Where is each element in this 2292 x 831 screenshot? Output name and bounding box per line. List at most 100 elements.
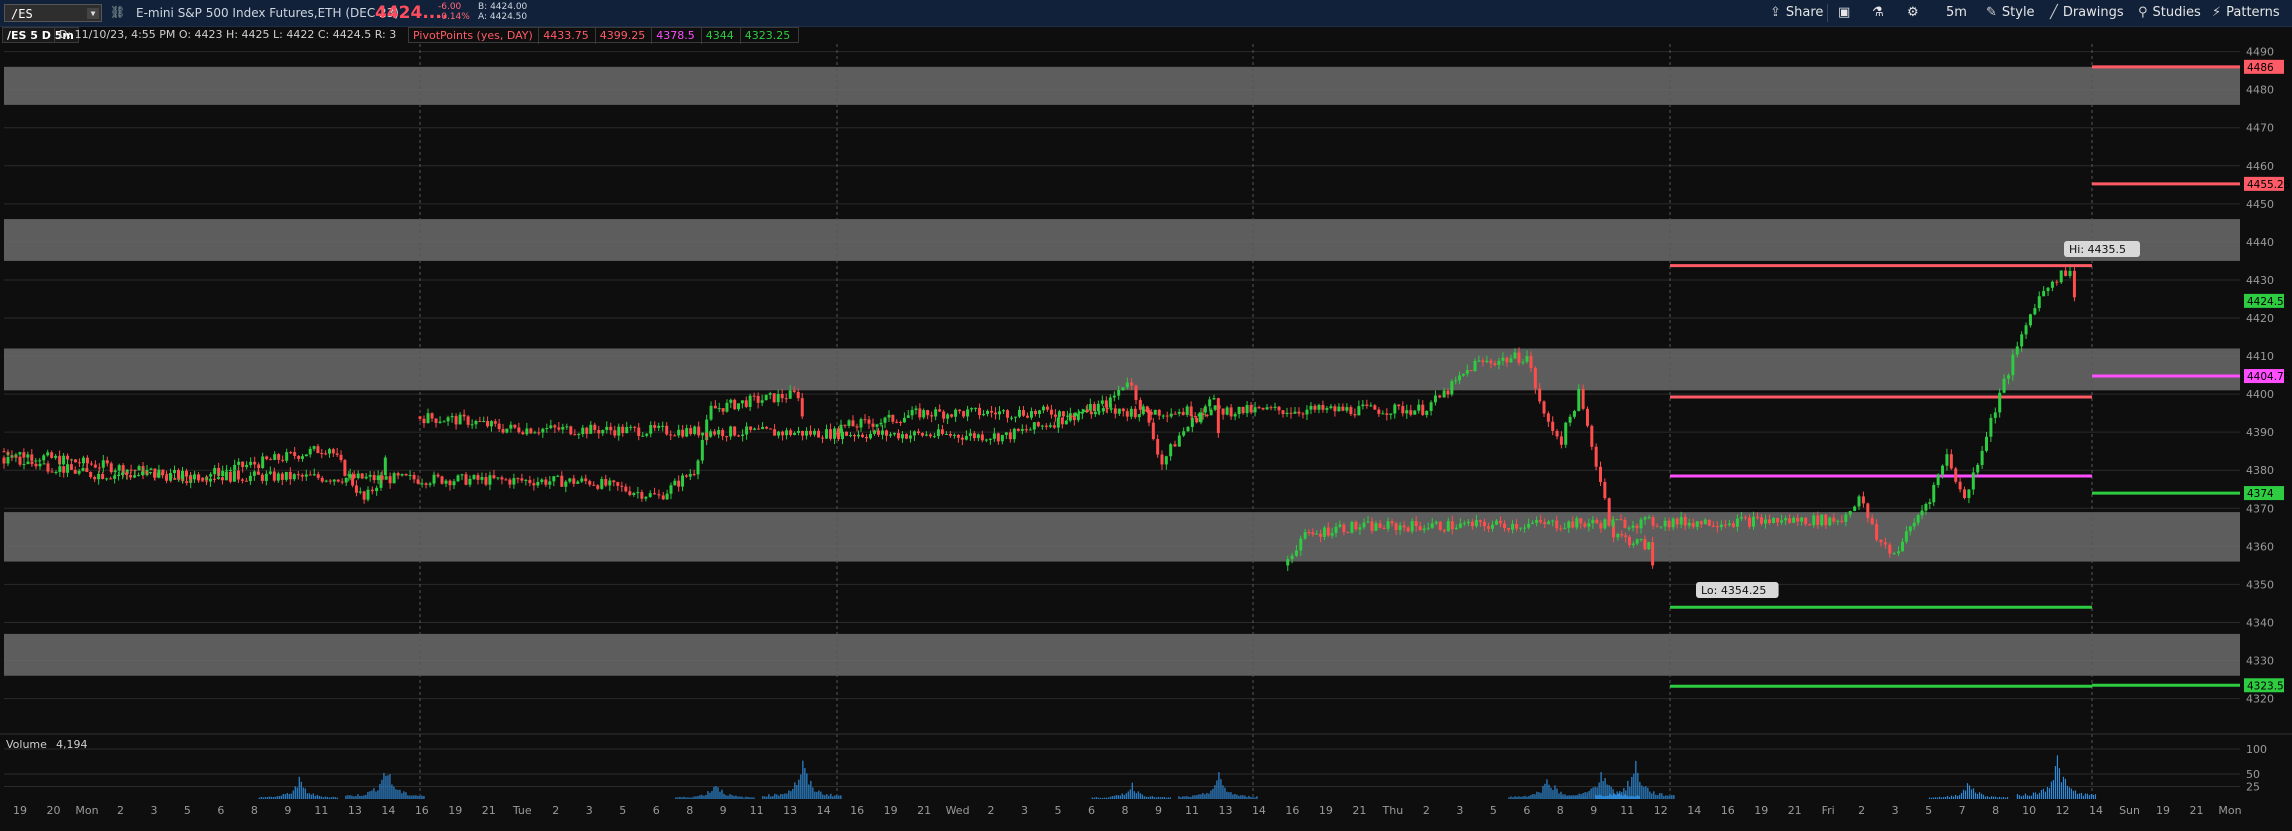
patterns-menu-button[interactable]: ⚡ Patterns <box>2212 0 2280 26</box>
y-axis-tick: 4450 <box>2246 198 2274 211</box>
candle <box>887 414 891 418</box>
candle <box>1577 388 1581 411</box>
volume-bar <box>729 794 731 799</box>
candle <box>994 412 998 415</box>
volume-bar <box>1562 796 1564 799</box>
candle <box>773 429 777 436</box>
instrument-description: E-mini S&P 500 Index Futures,ETH (DEC 23… <box>136 6 399 20</box>
candle <box>1021 410 1025 416</box>
volume-bar <box>1625 790 1627 799</box>
volume-bar <box>1153 797 1155 799</box>
candle <box>1639 539 1643 541</box>
x-axis-tick: 8 <box>686 804 693 817</box>
volume-bar <box>1244 795 1246 799</box>
candle <box>1800 517 1804 522</box>
drawings-menu-button[interactable]: ╱ Drawings <box>2050 0 2124 26</box>
candle <box>928 434 932 437</box>
x-axis-tick: 8 <box>1992 804 1999 817</box>
flask-button[interactable]: ⚗ <box>1872 0 1884 26</box>
volume-bar <box>1163 797 1165 799</box>
volume-bar <box>375 791 377 799</box>
volume-bar <box>705 794 707 799</box>
volume-bar <box>1984 796 1987 799</box>
volume-bar <box>1099 797 1101 799</box>
candle <box>1045 406 1049 410</box>
x-axis-tick: 3 <box>150 804 157 817</box>
chevron-down-icon[interactable]: ▼ <box>87 8 99 19</box>
volume-bar <box>2082 795 2085 799</box>
candle <box>240 479 244 481</box>
candle <box>1309 405 1313 410</box>
x-axis-tick: Sun <box>2119 804 2140 817</box>
candle <box>42 463 46 465</box>
candle <box>85 468 89 472</box>
candle <box>1353 414 1357 416</box>
candle <box>557 427 561 430</box>
studies-menu-button[interactable]: ⚲ Studies <box>2138 0 2201 26</box>
candle <box>1052 425 1056 428</box>
candle <box>744 400 748 407</box>
candle <box>1531 522 1535 524</box>
volume-bar <box>838 795 840 799</box>
candle <box>580 478 584 482</box>
candle <box>1225 407 1229 415</box>
candle <box>1024 429 1028 431</box>
candle <box>1334 526 1338 534</box>
share-button[interactable]: ⇪ Share <box>1770 0 1823 26</box>
price-zone <box>4 219 2240 261</box>
candle <box>452 481 456 486</box>
y-axis-tick: 4350 <box>2246 578 2274 591</box>
candle <box>713 405 717 409</box>
volume-bar <box>731 795 733 799</box>
candle <box>1326 527 1330 536</box>
candle <box>229 470 233 472</box>
settings-button[interactable]: ⚙ <box>1907 0 1919 26</box>
candle <box>1341 406 1345 411</box>
bid-price: B: 4424.00 <box>478 2 528 12</box>
volume-bar <box>679 796 681 799</box>
candle <box>245 464 249 468</box>
volume-bar <box>1113 795 1115 799</box>
candle <box>548 481 552 485</box>
candle <box>1627 536 1631 545</box>
link-icon[interactable]: ⛓ <box>110 5 125 19</box>
volume-bar <box>1180 797 1182 799</box>
candle <box>1315 533 1319 535</box>
volume-bar <box>1147 796 1149 799</box>
timeframe-selector[interactable]: 5m <box>1946 0 1967 26</box>
price-chart[interactable]: Hi: 4435.5 Lo: 4354.25 4490 4480 4470 4460 445… <box>0 44 2292 831</box>
volume-bar <box>2084 793 2087 799</box>
candle <box>380 475 384 480</box>
candle <box>446 417 450 422</box>
candle <box>938 409 942 412</box>
candle <box>418 416 422 419</box>
symbol-input[interactable]: /ES ▼ <box>4 4 102 22</box>
candle <box>592 484 596 486</box>
candle <box>1438 395 1442 398</box>
volume-bar <box>266 797 268 799</box>
volume-bar <box>1657 795 1659 799</box>
candle <box>1511 523 1515 530</box>
volume-bar <box>345 795 347 799</box>
x-axis-tick: Tue <box>512 804 532 817</box>
volume-bar <box>1194 795 1196 799</box>
candle <box>492 475 496 479</box>
candle <box>549 425 553 429</box>
volume-bar <box>1139 793 1141 799</box>
volume-bar <box>1155 797 1157 799</box>
candle <box>280 473 284 480</box>
candle <box>863 419 867 421</box>
pivot-study-label[interactable]: PivotPoints (yes, DAY) 4433.75 4399.25 437… <box>408 27 800 44</box>
candle <box>813 430 817 435</box>
candle <box>516 478 520 480</box>
volume-bar <box>685 797 687 799</box>
volume-bar <box>407 795 409 799</box>
candle <box>1156 439 1160 455</box>
style-menu-button[interactable]: ✎ Style <box>1986 0 2035 26</box>
candle <box>960 437 964 440</box>
candle <box>713 431 717 435</box>
candle <box>761 426 765 430</box>
volume-bar <box>403 791 405 799</box>
snapshot-button[interactable]: ▣ <box>1838 0 1850 26</box>
candle <box>1879 539 1883 543</box>
